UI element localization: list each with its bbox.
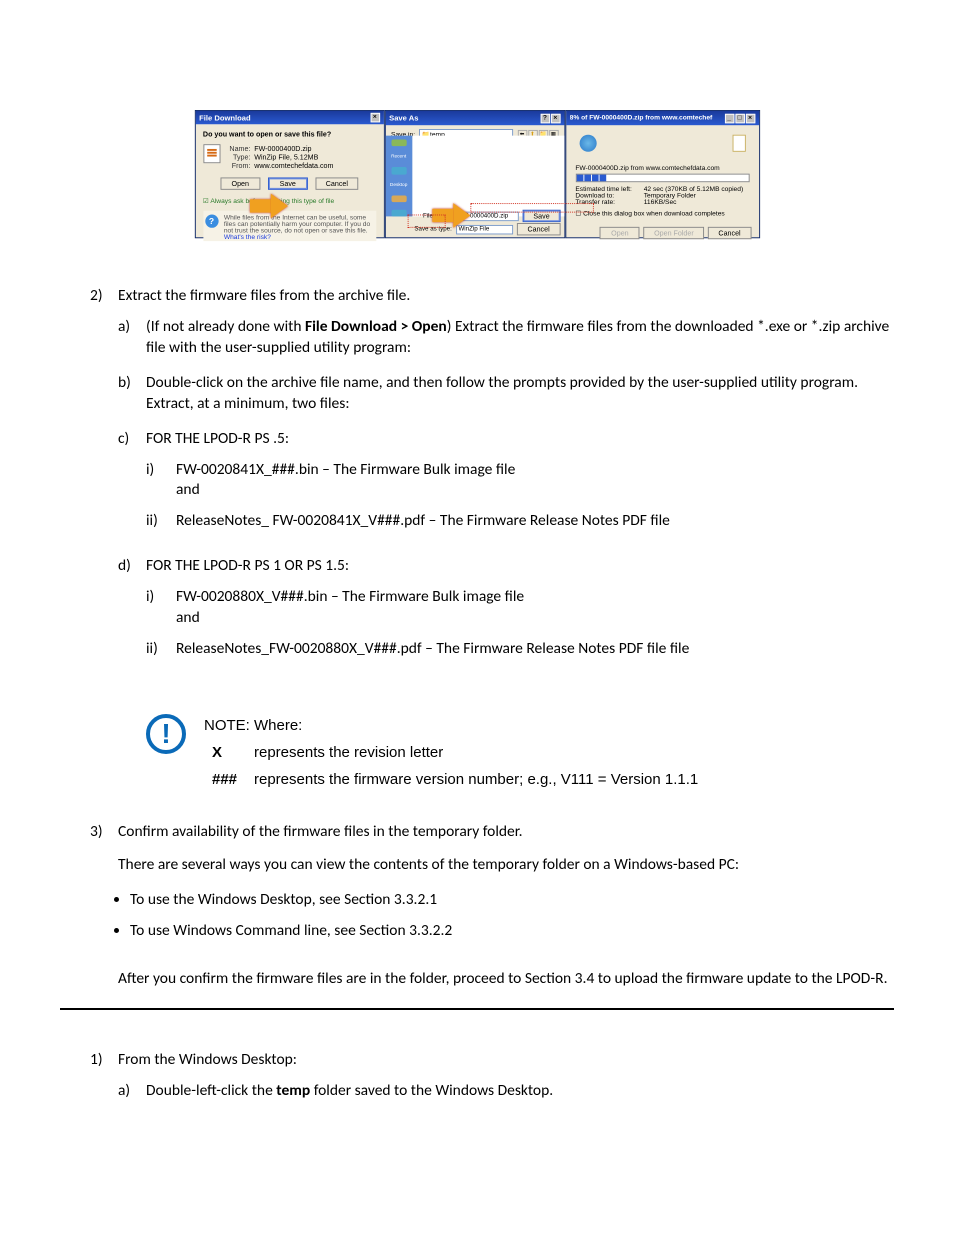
file-download-dialog: File Download × Do you want to open or s… (194, 110, 384, 238)
file-download-title: File Download (199, 113, 251, 122)
close-icon[interactable]: × (370, 113, 380, 123)
help-icon[interactable]: ? (540, 114, 550, 124)
step-number: 3) (90, 822, 118, 843)
download-progress-dialog: 8% of FW-0000400D.zip from www.comtechef… (565, 110, 760, 238)
cancel-button[interactable]: Cancel (708, 227, 751, 239)
notice-icon: ! (146, 714, 186, 754)
file-download-prompt: Do you want to open or save this file? (203, 130, 376, 139)
open-folder-button: Open Folder (644, 227, 705, 239)
progress-bar (575, 174, 749, 183)
mycomputer-icon[interactable] (391, 210, 406, 217)
step-3-after: After you confirm the firmware files are… (118, 969, 894, 990)
globe-icon (579, 135, 596, 152)
desktop-icon[interactable] (391, 167, 406, 174)
step-2-text: Extract the firmware files from the arch… (118, 286, 894, 307)
save-as-titlebar: Save As ?× (385, 111, 564, 125)
maximize-icon[interactable]: □ (735, 114, 745, 124)
step-2d: FOR THE LPOD-R PS 1 OR PS 1.5: (146, 556, 894, 577)
cancel-button[interactable]: Cancel (517, 223, 560, 235)
document-icon (732, 135, 745, 152)
warning-text: While files from the Internet can be use… (224, 215, 374, 242)
dialog-images: File Download × Do you want to open or s… (81, 110, 873, 243)
highlight-save (408, 215, 446, 228)
progress-title: 8% of FW-0000400D.zip from www.comtechef… (570, 115, 713, 122)
step-number: 1) (90, 1050, 118, 1116)
step-3-para: There are several ways you can view the … (118, 855, 894, 876)
help-icon: ? (205, 215, 218, 228)
close-icon[interactable]: × (551, 114, 561, 124)
cancel-button[interactable]: Cancel (315, 177, 358, 189)
recent-icon[interactable] (391, 139, 406, 146)
arrow-icon (250, 194, 288, 219)
note-heading: NOTE: Where: (204, 714, 698, 737)
step-2c: FOR THE LPOD-R PS .5: (146, 429, 894, 450)
step-3-bullets: To use the Windows Desktop, see Section … (130, 890, 894, 942)
mydocs-icon[interactable] (391, 195, 406, 202)
close-when-done-checkbox[interactable]: ☐ Close this dialog box when download co… (575, 210, 749, 218)
minimize-icon[interactable]: _ (724, 114, 734, 124)
step-2b: Double-click on the archive file name, a… (146, 373, 894, 415)
save-as-title: Save As (389, 114, 418, 123)
step-3-text: Confirm availability of the firmware fil… (118, 822, 894, 843)
file-download-titlebar: File Download × (195, 111, 383, 124)
section-divider (60, 1008, 894, 1010)
zip-icon (203, 144, 220, 163)
open-button: Open (600, 227, 640, 239)
note-block: ! NOTE: Where: X represents the revision… (146, 714, 894, 792)
progress-titlebar: 8% of FW-0000400D.zip from www.comtechef… (566, 111, 759, 125)
always-ask-checkbox[interactable]: ☑ Always ask before opening this type of… (203, 197, 376, 205)
close-icon[interactable]: × (745, 114, 755, 124)
progress-file-line: FW-0000400D.zip from www.comtechefdata.c… (575, 165, 749, 172)
step-2a: (If not already done with File Download … (146, 317, 894, 359)
save-button[interactable]: Save (268, 177, 308, 189)
step-1b-text: From the Windows Desktop: (118, 1050, 894, 1071)
step-1b-a: Double-left-click the temp folder saved … (146, 1081, 894, 1102)
step-number: 2) (90, 286, 118, 684)
document-content: 2) Extract the firmware files from the a… (60, 286, 894, 1116)
open-button[interactable]: Open (220, 177, 260, 189)
places-bar[interactable]: Recent Desktop (385, 136, 412, 217)
highlight-close-checkbox (470, 203, 593, 213)
